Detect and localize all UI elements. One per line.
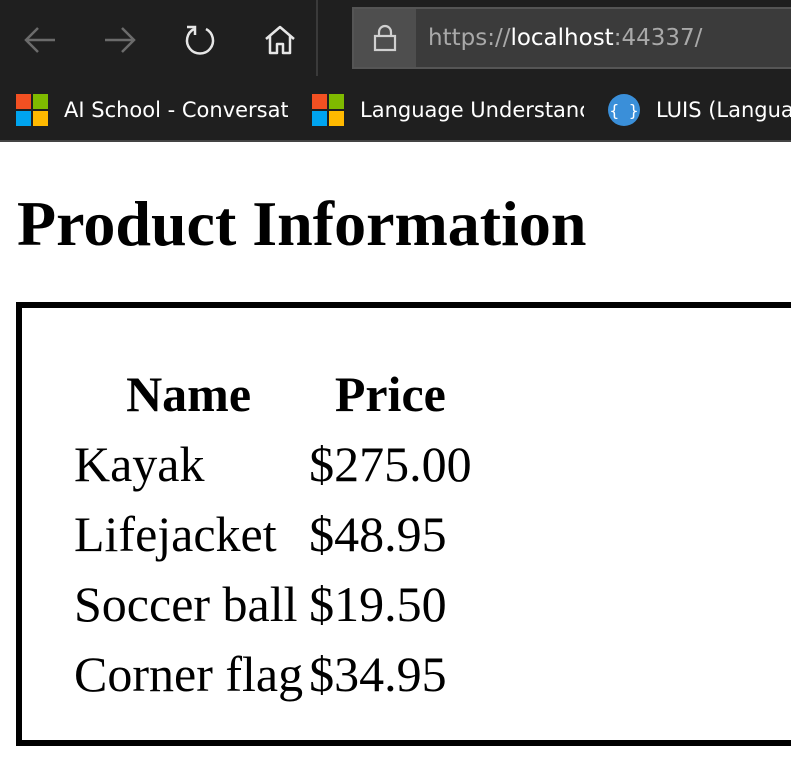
site-info-button[interactable] (354, 9, 416, 67)
product-table: Name Price Kayak $275.00 Lifejacket $48.… (69, 358, 477, 710)
product-name: Soccer ball (74, 576, 298, 632)
curly-braces-icon: { } (608, 94, 640, 126)
back-button[interactable] (5, 0, 75, 80)
product-name: Lifejacket (74, 506, 277, 562)
product-price: $275.00 (309, 436, 472, 492)
url-port-path: :44337/ (613, 25, 703, 51)
product-name: Kayak (74, 436, 205, 492)
product-price: $34.95 (309, 646, 447, 702)
product-table-frame: Name Price Kayak $275.00 Lifejacket $48.… (16, 302, 791, 746)
microsoft-logo-icon (16, 94, 48, 126)
product-price: $19.50 (309, 576, 447, 632)
column-header-price: Price (334, 366, 446, 422)
page-title: Product Information (17, 188, 587, 259)
product-price: $48.95 (309, 506, 447, 562)
favorite-language-understanding[interactable]: Language Understanc (312, 80, 584, 140)
favorite-label: LUIS (Langua (656, 98, 791, 122)
column-header-name: Name (126, 366, 252, 422)
home-button[interactable] (245, 0, 315, 80)
product-name: Corner flag (74, 646, 304, 702)
favorite-label: Language Understanc (360, 98, 584, 122)
arrow-right-icon (105, 27, 136, 53)
favorites-bar: AI School - Conversat Language Understan… (0, 80, 791, 142)
favorite-ai-school[interactable]: AI School - Conversat (16, 80, 288, 140)
favorite-luis[interactable]: { } LUIS (Langua (608, 80, 791, 140)
refresh-button[interactable] (165, 0, 235, 80)
microsoft-logo-icon (312, 94, 344, 126)
table-header-row: Name Price (73, 360, 473, 428)
url-host: localhost (510, 25, 614, 51)
favorite-label: AI School - Conversat (64, 98, 288, 122)
home-icon (265, 25, 295, 55)
address-bar[interactable]: https://localhost:44337/ (352, 7, 791, 69)
browser-toolbar: https://localhost:44337/ (0, 0, 791, 80)
table-row: Kayak $275.00 (73, 430, 473, 498)
lock-icon (373, 24, 397, 52)
table-row: Soccer ball $19.50 (73, 570, 473, 638)
refresh-icon (185, 25, 215, 55)
forward-button[interactable] (85, 0, 155, 80)
arrow-left-icon (24, 27, 55, 53)
table-row: Corner flag $34.95 (73, 640, 473, 708)
url-scheme: https:// (428, 25, 511, 51)
table-row: Lifejacket $48.95 (73, 500, 473, 568)
toolbar-divider (316, 0, 318, 76)
url-text[interactable]: https://localhost:44337/ (428, 9, 702, 67)
